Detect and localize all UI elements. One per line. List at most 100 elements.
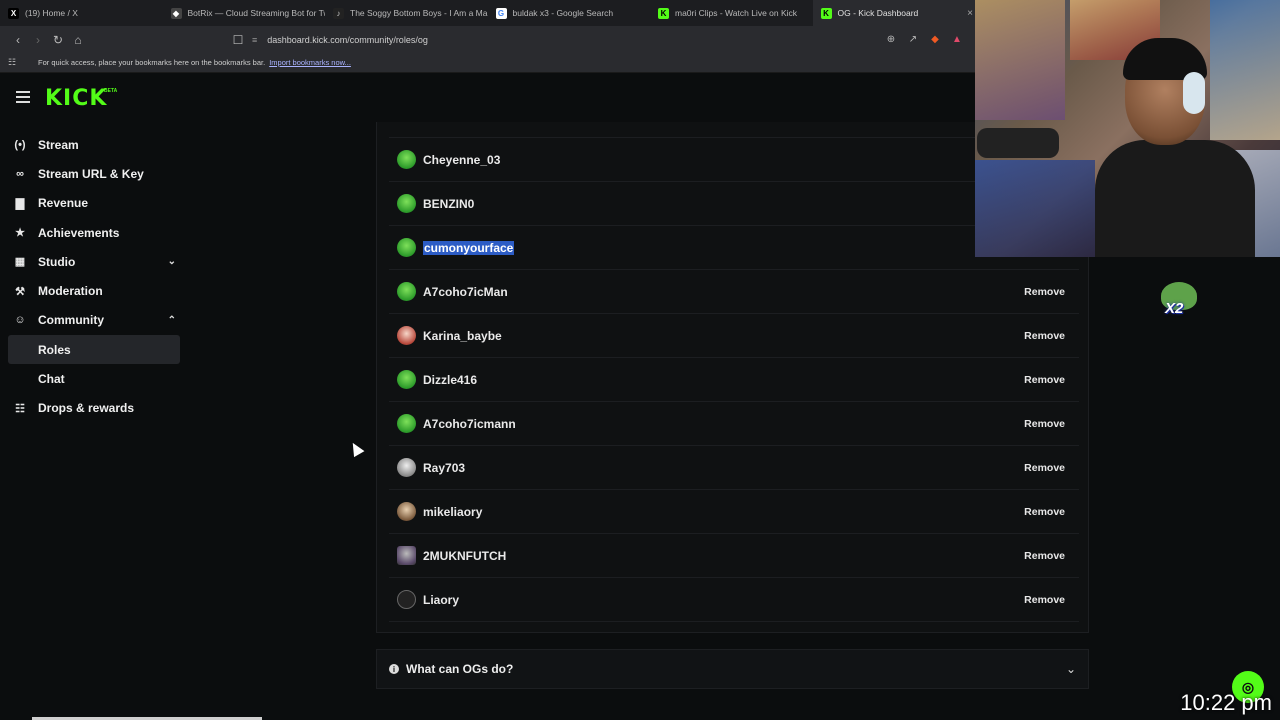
sidebar-item-label: Stream URL & Key [38,166,144,181]
remove-button[interactable]: Remove [1024,374,1065,386]
zoom-icon[interactable]: ⊕ [883,30,899,48]
chevron-up-icon[interactable]: ⌃ [168,315,176,326]
og-username[interactable]: Cheyenne_03 [423,153,500,167]
share-icon[interactable]: ↗ [905,30,921,48]
remove-button[interactable]: Remove [1024,330,1065,342]
og-username[interactable]: 2MUKNFUTCH [423,549,506,563]
og-username[interactable]: mikeliaory [423,505,482,519]
chevron-down-icon[interactable]: ⌄ [168,256,176,267]
gift-icon: ☷ [15,402,25,415]
avatar [397,150,416,169]
og-username[interactable]: BENZIN0 [423,197,474,211]
sidebar-item-achievements[interactable]: ★ Achievements [0,218,190,247]
x-icon: X [8,7,19,19]
browser-tab[interactable]: K OG - Kick Dashboard × [812,0,975,26]
og-username[interactable]: Ray703 [423,461,465,475]
browser-tab-title: The Soggy Bottom Boys - I Am a Ma [350,8,488,18]
og-username[interactable]: Karina_baybe [423,329,502,343]
reload-icon[interactable]: ↻ [48,30,68,50]
menu-icon[interactable] [16,91,30,103]
sidebar-item-label: Drops & rewards [38,401,135,416]
remove-button[interactable]: Remove [1024,506,1065,518]
sidebar-item-moderation[interactable]: ⚒ Moderation [0,276,190,305]
og-user-row: Dizzle416 Remove [389,358,1079,402]
browser-tab-bar: X (19) Home / X ◆ BotRix — Cloud Streaming … [0,0,975,26]
og-user-row: A7coho7icMan Remove [389,270,1079,314]
sidebar-subitem-chat[interactable]: Chat [0,364,190,393]
trophy-icon: ★ [15,227,25,240]
apps-grid-icon[interactable]: ☷ [8,57,20,68]
back-icon[interactable]: ‹ [8,30,28,50]
forward-icon[interactable]: › [28,30,48,50]
mouse-cursor [347,439,365,458]
browser-tab-title: ma0ri Clips - Watch Live on Kick [675,8,798,18]
sidebar-item-label: Studio [38,254,76,269]
rewards-icon[interactable]: ▲ [949,30,965,48]
url-text: dashboard.kick.com/community/roles/og [267,34,428,45]
sidebar-item-label: Chat [38,372,65,387]
og-user-row: mikeliaory Remove [389,490,1079,534]
remove-button[interactable]: Remove [1024,550,1065,562]
avatar [397,414,416,433]
brave-shield-icon[interactable]: ◆ [927,30,943,48]
chevron-down-icon[interactable]: ⌄ [1066,662,1076,676]
sidebar-item-stream[interactable]: (•) Stream [0,130,190,159]
browser-tab-title: OG - Kick Dashboard [837,8,919,18]
avatar [397,502,416,521]
og-user-row: Liaory Remove [389,578,1079,622]
address-bar[interactable]: ≡ dashboard.kick.com/community/roles/og [252,30,972,49]
home-icon[interactable]: ⌂ [68,30,88,50]
browser-tab[interactable]: ◆ BotRix — Cloud Streaming Bot for Tw [163,0,325,26]
avatar [397,194,416,213]
browser-tab[interactable]: Kma0ri Clips - Watch Live on Kick [650,0,813,26]
sidebar-item-label: Roles [38,342,71,357]
sidebar-item-stream-url-key[interactable]: ∞ Stream URL & Key [0,159,190,188]
kick-logo[interactable]: KICK [45,86,107,111]
sidebar-item-label: Stream [38,137,79,152]
site-info-icon[interactable]: ≡ [252,35,257,45]
beta-badge: BETA [104,88,118,94]
og-user-row: Ray703 Remove [389,446,1079,490]
sidebar-item-studio[interactable]: ▦ Studio ⌄ [0,247,190,276]
avatar [397,458,416,477]
remove-button[interactable]: Remove [1024,418,1065,430]
avatar [397,370,416,389]
browser-tab[interactable]: ♪ The Soggy Bottom Boys - I Am a Ma [325,0,488,26]
og-username[interactable]: Dizzle416 [423,373,477,387]
emote-text: X2 [1165,300,1184,317]
users-icon: ☺ [14,314,26,327]
browser-tab[interactable]: Gbuldak x3 - Google Search [488,0,651,26]
og-username[interactable]: A7coho7icMan [423,285,508,299]
stream-clock: 10:22 pm [1180,690,1272,715]
og-user-row: A7coho7icmann Remove [389,402,1079,446]
headset-icon [1183,72,1205,114]
og-username[interactable]: Liaory [423,593,459,607]
sidebar-item-drops-rewards[interactable]: ☷ Drops & rewards [0,394,190,423]
sidebar-item-revenue[interactable]: ▇ Revenue [0,189,190,218]
webcam-overlay [975,0,1280,257]
og-username[interactable]: A7coho7icmann [423,417,516,431]
remove-button[interactable]: Remove [1024,462,1065,474]
og-faq-accordion[interactable]: i What can OGs do? ⌄ [376,649,1089,689]
kick-icon: K [658,7,669,19]
sidebar-item-community[interactable]: ☺ Community ⌃ [0,306,190,335]
kick-icon: K [820,7,832,19]
close-tab-icon[interactable]: × [967,8,973,19]
avatar [397,590,416,609]
og-username[interactable]: cumonyourface [423,240,515,255]
grid-icon: ▦ [14,256,26,269]
sidebar-item-label: Community [38,313,104,328]
sidebar-item-label: Achievements [38,225,120,240]
sidebar-subitem-roles[interactable]: Roles [8,335,180,365]
import-bookmarks-link[interactable]: Import bookmarks now... [269,58,351,67]
bookmark-icon[interactable]: ☐ [228,30,248,50]
avatar [397,546,416,565]
browser-tab[interactable]: X (19) Home / X [0,0,163,26]
bookmarks-hint: For quick access, place your bookmarks h… [38,58,266,67]
avatar [397,282,416,301]
dashboard-sidebar: (•) Stream ∞ Stream URL & Key ▇ Revenue ★ Achie… [0,130,190,423]
browser-tab-title: buldak x3 - Google Search [512,8,614,18]
remove-button[interactable]: Remove [1024,286,1065,298]
bookmarks-bar: ☷ For quick access, place your bookmarks… [0,53,975,73]
remove-button[interactable]: Remove [1024,594,1065,606]
